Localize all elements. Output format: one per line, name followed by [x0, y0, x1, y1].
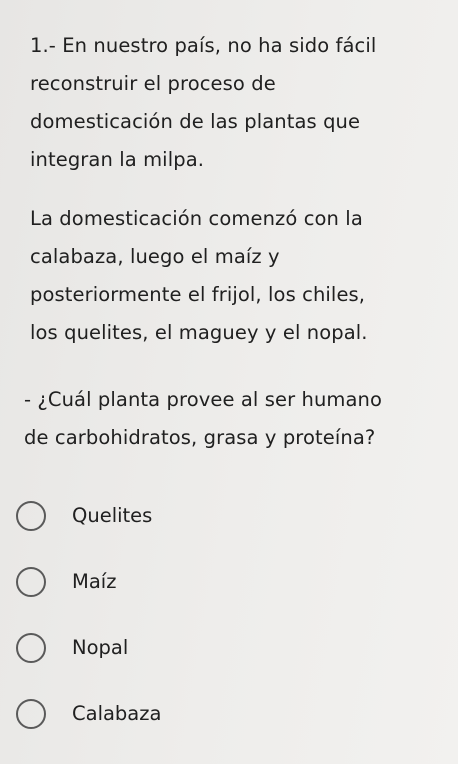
context-line: los quelites, el maguey y el nopal.: [30, 321, 368, 344]
context-paragraph: La domesticación comenzó con la calabaza…: [30, 200, 450, 352]
context-line: calabaza, luego el maíz y: [30, 245, 280, 268]
question-title-line: 1.- En nuestro país, no ha sido fácil: [30, 34, 377, 57]
radio-button[interactable]: [16, 567, 46, 597]
option-label: Nopal: [72, 636, 129, 659]
question-prompt: - ¿Cuál planta provee al ser humano de c…: [24, 381, 444, 457]
question-prompt-line: - ¿Cuál planta provee al ser humano: [24, 388, 383, 411]
option-quelites[interactable]: Quelites: [16, 497, 436, 563]
question-title-line: reconstruir el proceso de: [30, 72, 276, 95]
answer-options: Quelites Maíz Nopal Calabaza: [16, 497, 436, 761]
radio-button[interactable]: [16, 501, 46, 531]
question-title-line: domesticación de las plantas que: [30, 110, 361, 133]
option-label: Quelites: [72, 504, 153, 527]
context-line: La domesticación comenzó con la: [30, 207, 363, 230]
question-prompt-line: de carbohidratos, grasa y proteína?: [24, 426, 376, 449]
quiz-page: 1.- En nuestro país, no ha sido fácil re…: [0, 0, 458, 764]
option-label: Calabaza: [72, 702, 162, 725]
question-title: 1.- En nuestro país, no ha sido fácil re…: [30, 27, 450, 179]
radio-button[interactable]: [16, 633, 46, 663]
option-calabaza[interactable]: Calabaza: [16, 695, 436, 761]
option-nopal[interactable]: Nopal: [16, 629, 436, 695]
context-line: posteriormente el frijol, los chiles,: [30, 283, 366, 306]
question-title-line: integran la milpa.: [30, 148, 205, 171]
option-maiz[interactable]: Maíz: [16, 563, 436, 629]
radio-button[interactable]: [16, 699, 46, 729]
option-label: Maíz: [72, 570, 117, 593]
